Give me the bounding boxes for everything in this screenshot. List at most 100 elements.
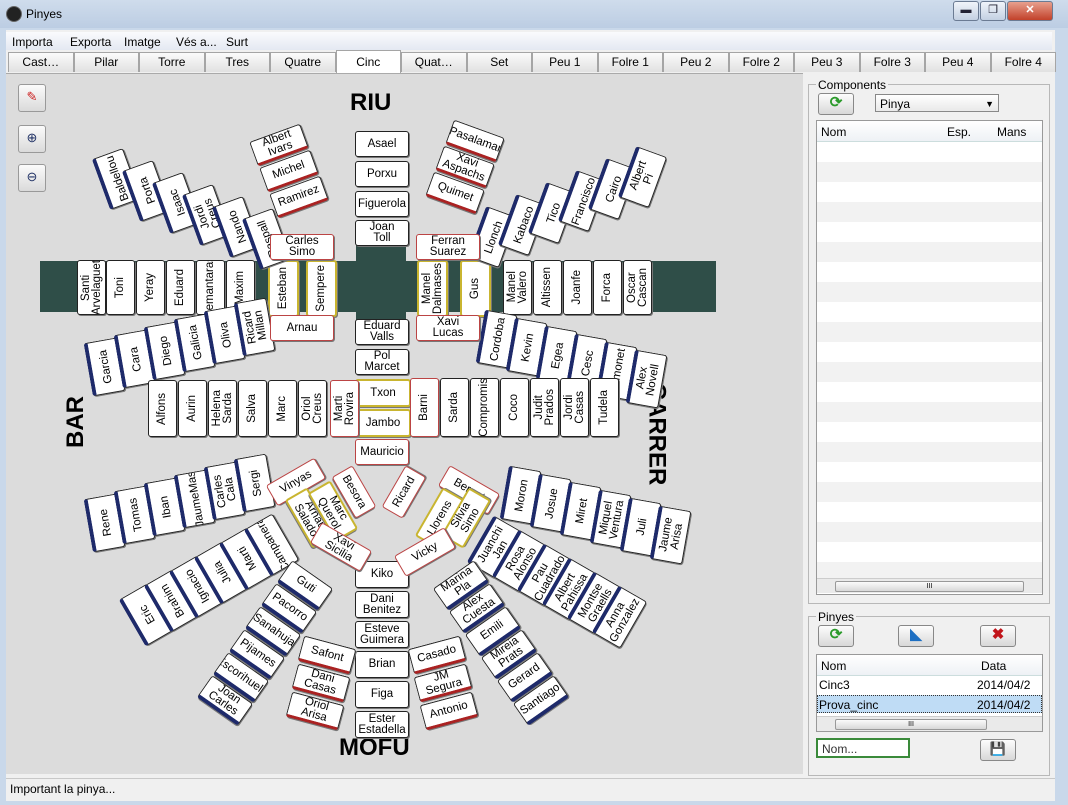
components-filter-select[interactable]: Pinya ▼ (875, 94, 999, 112)
pinya-position[interactable]: Xavi Lucas (416, 315, 480, 341)
table-row[interactable] (817, 282, 1042, 302)
column-data[interactable]: Data (981, 659, 1006, 673)
tab-tres[interactable]: Tres (204, 52, 270, 72)
pinya-position[interactable]: Sempere (306, 260, 337, 317)
pinya-position[interactable]: Pol Marcet (355, 349, 409, 375)
table-row[interactable] (817, 522, 1042, 542)
table-row-selected[interactable]: Prova_cinc 2014/04/2 (817, 695, 1042, 713)
pinya-position[interactable]: Jambo (355, 409, 411, 437)
tab-torre[interactable]: Torre (139, 52, 205, 72)
tab-pilar[interactable]: Pilar (73, 52, 139, 72)
components-table[interactable]: Nom Esp. Mans III (816, 120, 1043, 595)
pinya-position[interactable]: Porxu (355, 161, 409, 187)
table-row[interactable] (817, 362, 1042, 382)
menu-ves-a[interactable]: Vés a... (176, 35, 217, 49)
column-mans[interactable]: Mans (997, 125, 1026, 139)
pinya-position[interactable]: Coco (500, 378, 529, 437)
table-row[interactable] (817, 142, 1042, 162)
eraser-tool-icon[interactable]: ✎ (18, 84, 46, 112)
pinya-position[interactable]: Arnau (270, 315, 334, 341)
pinya-position[interactable]: Dani Benitez (355, 591, 409, 618)
maximize-button[interactable]: ❐ (980, 1, 1006, 21)
menu-exporta[interactable]: Exporta (70, 35, 111, 49)
pinyes-hscrollbar[interactable]: III (817, 716, 1042, 731)
menu-importa[interactable]: Importa (12, 35, 53, 49)
pinya-position[interactable]: Mauricio (355, 439, 409, 465)
table-row[interactable] (817, 382, 1042, 402)
pinya-position[interactable]: Aurin (178, 380, 207, 437)
pinya-position[interactable]: Judit Prados (530, 378, 559, 437)
pinya-position[interactable]: Carles Simo (270, 234, 334, 260)
pinya-position[interactable]: Esteve Guimera (355, 621, 409, 648)
pinya-position[interactable]: Tudela (590, 378, 619, 437)
table-row[interactable] (817, 322, 1042, 342)
pinya-position[interactable]: Asael (355, 131, 409, 157)
pinya-position[interactable]: Figa (355, 681, 409, 708)
pinya-position[interactable]: Barni (410, 378, 439, 437)
zoom-out-icon[interactable]: ⊖ (18, 164, 46, 192)
table-row[interactable] (817, 302, 1042, 322)
tab-folre-3[interactable]: Folre 3 (859, 52, 925, 72)
pinya-position[interactable]: Joanfe (563, 260, 592, 315)
pinya-position[interactable]: Santi Arvelaguet (77, 260, 106, 315)
column-esp[interactable]: Esp. (947, 125, 971, 139)
pinya-position[interactable]: Ferran Suarez (416, 234, 480, 260)
pinya-position[interactable]: Figuerola (355, 191, 409, 217)
pinya-position[interactable]: Eduard (166, 260, 195, 315)
pinya-position[interactable]: Txon (355, 379, 411, 407)
close-button[interactable]: ✕ (1007, 1, 1053, 21)
pinya-position[interactable]: Esteban (268, 260, 299, 317)
table-row[interactable] (817, 162, 1042, 182)
tab-quatre[interactable]: Quatre (270, 52, 336, 72)
tab-folre-1[interactable]: Folre 1 (597, 52, 663, 72)
table-row[interactable] (817, 502, 1042, 522)
table-row[interactable] (817, 342, 1042, 362)
pinya-position[interactable]: Ester Estadella (355, 711, 409, 738)
tab-peu-3[interactable]: Peu 3 (794, 52, 860, 72)
pinyes-refresh-icon[interactable]: ⟳ (818, 625, 854, 647)
pinya-position[interactable]: Toni (106, 260, 135, 315)
table-row[interactable] (817, 222, 1042, 242)
table-row[interactable] (817, 482, 1042, 502)
table-row[interactable] (817, 462, 1042, 482)
pinya-position[interactable]: Jordi Casas (560, 378, 589, 437)
table-row[interactable] (817, 442, 1042, 462)
pinya-position[interactable]: Salva (238, 380, 267, 437)
pinya-position[interactable]: Alfons (148, 380, 177, 437)
pinya-position[interactable]: Brian (355, 651, 409, 678)
tab-peu-1[interactable]: Peu 1 (532, 52, 598, 72)
tab-cinc[interactable]: Cinc (335, 50, 401, 73)
pinyes-load-icon[interactable]: ◣ (898, 625, 934, 647)
pinya-position[interactable]: Marti Rovira (330, 380, 359, 437)
pinyes-table[interactable]: Nom Data Cinc3 2014/04/2 Prova_cinc 2014… (816, 654, 1043, 732)
pinya-position[interactable]: Sarda (440, 378, 469, 437)
tab-set[interactable]: Set (466, 52, 532, 72)
table-row[interactable]: Cinc3 2014/04/2 (817, 676, 1042, 694)
components-scroll-thumb[interactable]: III (835, 581, 1024, 592)
menu-surt[interactable]: Surt (226, 35, 248, 49)
table-row[interactable] (817, 202, 1042, 222)
pinya-position[interactable]: Joan Toll (355, 220, 409, 246)
pinya-position[interactable]: Altissen (533, 260, 562, 315)
column-nom[interactable]: Nom (821, 125, 846, 139)
pinya-name-input[interactable]: Nom... (816, 738, 910, 758)
menu-imatge[interactable]: Imatge (124, 35, 161, 49)
pinya-position[interactable]: Oscar Cascan (623, 260, 652, 315)
pinyes-delete-icon[interactable]: ✖ (980, 625, 1016, 647)
tab-cast-[interactable]: Cast… (8, 52, 74, 72)
tab-peu-2[interactable]: Peu 2 (663, 52, 729, 72)
table-row[interactable] (817, 542, 1042, 562)
pinya-position[interactable]: Manel Dalmases (417, 260, 448, 317)
pinya-position[interactable]: Compromis (470, 378, 499, 437)
pinya-position[interactable]: Forca (593, 260, 622, 315)
components-hscrollbar[interactable]: III (817, 578, 1042, 593)
pinya-position[interactable]: Helena Sarda (208, 380, 237, 437)
zoom-in-icon[interactable]: ⊕ (18, 125, 46, 153)
tab-peu-4[interactable]: Peu 4 (925, 52, 991, 72)
pinyes-scroll-thumb[interactable]: III (835, 719, 987, 730)
table-row[interactable] (817, 422, 1042, 442)
components-refresh-icon[interactable]: ⟳ (818, 93, 854, 115)
pinya-position[interactable]: Yeray (136, 260, 165, 315)
table-row[interactable] (817, 402, 1042, 422)
table-row[interactable] (817, 262, 1042, 282)
